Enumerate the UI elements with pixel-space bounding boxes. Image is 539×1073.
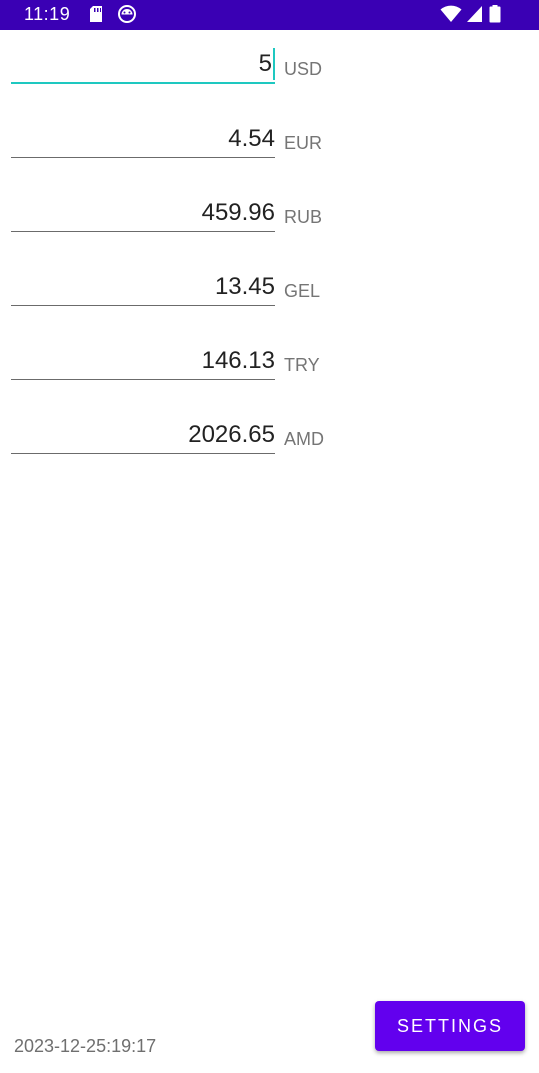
- try-amount-input[interactable]: 146.13: [11, 340, 275, 380]
- rub-amount-value: 459.96: [201, 199, 275, 226]
- amd-currency-code: AMD: [284, 429, 324, 449]
- rub-currency-code: RUB: [284, 207, 323, 227]
- currency-row-gel: 13.45 GEL: [0, 266, 539, 340]
- amd-amount-input[interactable]: 2026.65: [11, 414, 275, 454]
- sd-card-icon: [90, 6, 102, 22]
- signal-icon: [467, 6, 482, 22]
- status-bar: 11:19: [0, 0, 539, 30]
- currency-row-eur: 4.54 EUR: [0, 118, 539, 192]
- try-amount-value: 146.13: [201, 347, 275, 374]
- eur-amount-input[interactable]: 4.54: [11, 118, 275, 158]
- amd-amount-value: 2026.65: [188, 421, 275, 448]
- wifi-icon: [440, 5, 462, 22]
- currency-row-rub: 459.96 RUB: [0, 192, 539, 266]
- settings-button[interactable]: SETTINGS: [375, 1001, 525, 1051]
- currency-row-try: 146.13 TRY: [0, 340, 539, 414]
- text-cursor: [273, 48, 275, 80]
- eur-currency-code: EUR: [284, 133, 323, 153]
- gel-currency-code: GEL: [284, 281, 321, 301]
- rub-amount-input[interactable]: 459.96: [11, 192, 275, 232]
- currency-row-amd: 2026.65 AMD: [0, 414, 539, 488]
- currency-row-usd: 5 USD: [0, 44, 539, 118]
- status-time: 11:19: [24, 4, 71, 24]
- usd-amount-input[interactable]: 5: [11, 44, 275, 84]
- last-updated-timestamp: 2023-12-25:19:17: [14, 1036, 157, 1056]
- usd-currency-code: USD: [284, 59, 323, 79]
- usd-amount-value: 5: [258, 50, 272, 77]
- gel-amount-input[interactable]: 13.45: [11, 266, 275, 306]
- try-currency-code: TRY: [284, 355, 320, 375]
- gel-amount-value: 13.45: [214, 273, 275, 300]
- android-icon: [118, 5, 136, 23]
- battery-icon: [489, 5, 501, 23]
- eur-amount-value: 4.54: [228, 125, 275, 152]
